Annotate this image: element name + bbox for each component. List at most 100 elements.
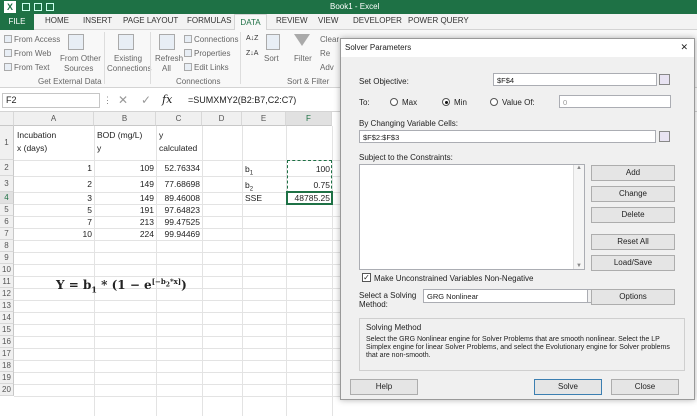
- existing-connections-button[interactable]: Existing: [114, 54, 142, 63]
- cell-c1-line1[interactable]: y: [159, 130, 163, 140]
- column-header-d[interactable]: D: [202, 112, 242, 126]
- row-header[interactable]: 1: [0, 126, 14, 160]
- cell-a5[interactable]: 5: [14, 205, 92, 215]
- min-radio[interactable]: [442, 98, 450, 106]
- row-header[interactable]: 9: [0, 252, 14, 264]
- max-label[interactable]: Max: [402, 98, 417, 107]
- cell-e4[interactable]: SSE: [245, 193, 262, 203]
- value-of-label[interactable]: Value Of:: [502, 98, 535, 107]
- tab-formulas[interactable]: FORMULAS: [187, 16, 231, 25]
- existing-connections-label-2[interactable]: Connections: [107, 64, 151, 73]
- row-header[interactable]: 6: [0, 216, 14, 228]
- cell-a7[interactable]: 10: [14, 229, 92, 239]
- close-icon[interactable]: ✕: [680, 42, 688, 53]
- cell-c1-line2[interactable]: calculated: [159, 143, 197, 153]
- close-button[interactable]: Close: [611, 379, 679, 395]
- cell-a3[interactable]: 2: [14, 179, 92, 189]
- column-header-e[interactable]: E: [242, 112, 286, 126]
- column-header-b[interactable]: B: [94, 112, 156, 126]
- reset-all-button[interactable]: Reset All: [591, 234, 675, 250]
- cell-c4[interactable]: 89.46008: [156, 193, 200, 203]
- cell-a1-line2[interactable]: x (days): [17, 143, 47, 153]
- unconstrained-checkbox[interactable]: ✓: [362, 273, 371, 282]
- column-header-a[interactable]: A: [14, 112, 94, 126]
- sort-button[interactable]: Sort: [264, 54, 279, 63]
- row-header[interactable]: 13: [0, 300, 14, 312]
- row-header[interactable]: 8: [0, 240, 14, 252]
- cell-c7[interactable]: 99.94469: [156, 229, 200, 239]
- row-header[interactable]: 18: [0, 360, 14, 372]
- change-button[interactable]: Change: [591, 186, 675, 202]
- row-header[interactable]: 12: [0, 288, 14, 300]
- filter-button[interactable]: Filter: [294, 54, 312, 63]
- cell-f2[interactable]: 100: [286, 164, 330, 174]
- scroll-down-icon[interactable]: ▼: [576, 263, 582, 269]
- save-icon[interactable]: [22, 3, 30, 11]
- edit-links-button[interactable]: Edit Links: [194, 63, 229, 72]
- from-other-sources-label[interactable]: From Other: [60, 54, 101, 63]
- cell-b1-line1[interactable]: BOD (mg/L): [97, 130, 142, 140]
- row-header[interactable]: 19: [0, 372, 14, 384]
- value-of-radio[interactable]: [490, 98, 498, 106]
- from-other-sources-label-2[interactable]: Sources: [64, 64, 93, 73]
- formula-input[interactable]: =SUMXMY2(B2:B7,C2:C7): [188, 95, 296, 105]
- cell-b2[interactable]: 109: [94, 163, 154, 173]
- row-header[interactable]: 2: [0, 160, 14, 176]
- cell-f3[interactable]: 0.75: [286, 180, 330, 190]
- min-label[interactable]: Min: [454, 98, 467, 107]
- cell-f4[interactable]: 48785.25: [286, 193, 330, 203]
- refresh-all-button[interactable]: Refresh: [155, 54, 183, 63]
- cell-b5[interactable]: 191: [94, 205, 154, 215]
- row-header[interactable]: 10: [0, 264, 14, 276]
- cell-c3[interactable]: 77.68698: [156, 179, 200, 189]
- tab-data[interactable]: DATA: [234, 14, 267, 31]
- tab-home[interactable]: HOME: [45, 16, 69, 25]
- cell-b4[interactable]: 149: [94, 193, 154, 203]
- from-text-button[interactable]: From Text: [14, 63, 49, 72]
- load-save-button[interactable]: Load/Save: [591, 255, 675, 271]
- reapply-button[interactable]: Re: [320, 49, 330, 58]
- row-header[interactable]: 17: [0, 348, 14, 360]
- cell-b3[interactable]: 149: [94, 179, 154, 189]
- properties-button[interactable]: Properties: [194, 49, 230, 58]
- scroll-up-icon[interactable]: ▲: [576, 165, 582, 171]
- column-header-f[interactable]: F: [286, 112, 332, 126]
- clear-button[interactable]: Clear: [320, 35, 339, 44]
- insert-function-icon[interactable]: fx: [162, 93, 172, 106]
- row-header[interactable]: 4: [0, 192, 14, 204]
- row-header[interactable]: 7: [0, 228, 14, 240]
- delete-button[interactable]: Delete: [591, 207, 675, 223]
- column-header-c[interactable]: C: [156, 112, 202, 126]
- row-header[interactable]: 14: [0, 312, 14, 324]
- cell-a6[interactable]: 7: [14, 217, 92, 227]
- constraints-list[interactable]: ▲ ▼: [359, 164, 585, 270]
- cell-c2[interactable]: 52.76334: [156, 163, 200, 173]
- add-button[interactable]: Add: [591, 165, 675, 181]
- objective-input[interactable]: $F$4: [493, 73, 657, 86]
- row-header[interactable]: 5: [0, 204, 14, 216]
- tab-file[interactable]: FILE: [0, 14, 34, 30]
- tab-review[interactable]: REVIEW: [276, 16, 308, 25]
- solving-method-select[interactable]: GRG Nonlinear ▼: [423, 289, 599, 303]
- cell-e3[interactable]: b2: [245, 180, 253, 193]
- tab-page-layout[interactable]: PAGE LAYOUT: [123, 16, 178, 25]
- tab-insert[interactable]: INSERT: [83, 16, 112, 25]
- changing-cells-input[interactable]: $F$2:$F$3: [359, 130, 656, 143]
- cell-b6[interactable]: 213: [94, 217, 154, 227]
- row-header[interactable]: 20: [0, 384, 14, 396]
- cell-e2[interactable]: b1: [245, 164, 253, 177]
- refresh-all-label-2[interactable]: All: [162, 64, 171, 73]
- cell-a1-line1[interactable]: Incubation: [17, 130, 56, 140]
- from-access-button[interactable]: From Access: [14, 35, 60, 44]
- row-header[interactable]: 3: [0, 176, 14, 192]
- redo-icon[interactable]: [46, 3, 54, 11]
- options-button[interactable]: Options: [591, 289, 675, 305]
- sort-za-icon[interactable]: Z↓A: [246, 50, 258, 57]
- solve-button[interactable]: Solve: [534, 379, 602, 395]
- sort-az-icon[interactable]: A↓Z: [246, 35, 258, 42]
- cancel-icon[interactable]: ✕: [118, 93, 128, 107]
- cell-a2[interactable]: 1: [14, 163, 92, 173]
- help-button[interactable]: Help: [350, 379, 418, 395]
- tab-power-query[interactable]: POWER QUERY: [408, 16, 469, 25]
- constraints-scrollbar[interactable]: ▲ ▼: [573, 165, 584, 269]
